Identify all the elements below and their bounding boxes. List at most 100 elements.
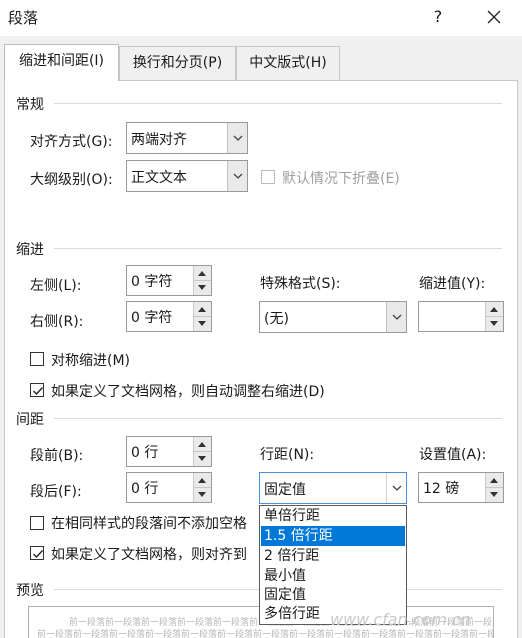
chevron-down-icon — [233, 173, 243, 179]
close-button[interactable] — [482, 4, 506, 30]
line-spacing-dropdown-button[interactable] — [386, 473, 406, 503]
spacing-after-increment[interactable] — [194, 473, 211, 488]
triangle-up-icon — [490, 477, 498, 483]
spacing-before-spin-buttons — [193, 437, 211, 466]
spacing-before-decrement[interactable] — [194, 451, 211, 466]
line-spacing-option-exactly[interactable]: 固定值 — [261, 585, 405, 605]
tab-line-page-breaks[interactable]: 换行和分页(P) — [119, 46, 236, 80]
triangle-down-icon — [490, 320, 498, 326]
group-spacing-divider — [54, 418, 502, 419]
spacing-at-increment[interactable] — [486, 473, 503, 488]
spacing-at-spinner[interactable]: 12 磅 — [418, 472, 504, 503]
triangle-down-icon — [198, 491, 206, 497]
indent-by-increment[interactable] — [486, 302, 503, 317]
special-indent-dropdown-button[interactable] — [386, 302, 406, 332]
line-spacing-select[interactable]: 固定值 — [259, 472, 407, 504]
right-indent-label: 右侧(R): — [30, 314, 84, 330]
auto-adjust-right-indent-checkbox[interactable] — [30, 383, 44, 397]
spacing-after-spinner[interactable]: 0 行 — [126, 472, 212, 503]
spacing-before-label: 段前(B): — [30, 448, 84, 464]
triangle-down-icon — [198, 284, 206, 290]
group-general-divider — [54, 103, 502, 104]
spacing-at-value: 12 磅 — [423, 481, 460, 497]
alignment-dropdown-button[interactable] — [227, 123, 247, 153]
line-spacing-option-single[interactable]: 单倍行距 — [261, 506, 405, 526]
indent-by-label: 缩进值(Y): — [419, 276, 486, 292]
triangle-up-icon — [198, 270, 206, 276]
right-indent-value: 0 字符 — [131, 310, 173, 326]
line-spacing-option-1-5[interactable]: 1.5 倍行距 — [261, 526, 405, 546]
left-indent-value: 0 字符 — [131, 274, 173, 290]
auto-adjust-right-indent-label: 如果定义了文档网格，则自动调整右缩进(D) — [51, 384, 325, 400]
chevron-down-icon — [233, 135, 243, 141]
outline-level-select[interactable]: 正文文本 — [126, 160, 248, 192]
left-indent-increment[interactable] — [194, 266, 211, 281]
help-button[interactable]: ? — [426, 4, 450, 30]
collapse-by-default-checkbox[interactable] — [261, 170, 275, 184]
right-indent-decrement[interactable] — [194, 316, 211, 331]
outline-level-value: 正文文本 — [131, 170, 187, 186]
triangle-up-icon — [198, 441, 206, 447]
triangle-up-icon — [490, 306, 498, 312]
spacing-at-label: 设置值(A): — [419, 447, 487, 463]
triangle-down-icon — [198, 320, 206, 326]
triangle-down-icon — [198, 455, 206, 461]
right-indent-increment[interactable] — [194, 302, 211, 317]
tab-indent-spacing[interactable]: 缩进和间距(I) — [4, 44, 119, 81]
line-spacing-dropdown-list: 单倍行距 1.5 倍行距 2 倍行距 最小值 固定值 多倍行距 — [259, 505, 407, 625]
checkmark-icon — [33, 550, 44, 559]
spacing-after-spin-buttons — [193, 473, 211, 502]
group-preview-title: 预览 — [16, 583, 44, 599]
special-indent-select[interactable]: (无) — [259, 301, 407, 333]
alignment-select[interactable]: 两端对齐 — [126, 122, 248, 154]
mirror-indents-label: 对称缩进(M) — [51, 353, 131, 369]
line-spacing-value: 固定值 — [264, 482, 306, 498]
collapse-by-default-label: 默认情况下折叠(E) — [282, 171, 400, 187]
group-general-title: 常规 — [16, 97, 44, 113]
indent-by-decrement[interactable] — [486, 316, 503, 331]
mirror-indents-checkbox[interactable] — [30, 352, 44, 366]
left-indent-decrement[interactable] — [194, 280, 211, 295]
chevron-down-icon — [392, 314, 402, 320]
spacing-before-increment[interactable] — [194, 437, 211, 452]
spacing-after-value: 0 行 — [131, 481, 159, 497]
tab-asian-typography[interactable]: 中文版式(H) — [236, 46, 340, 80]
snap-to-grid-checkbox[interactable] — [30, 546, 44, 560]
close-icon — [487, 10, 501, 24]
special-indent-label: 特殊格式(S): — [260, 276, 341, 292]
group-spacing-title: 间距 — [16, 412, 44, 428]
alignment-value: 两端对齐 — [131, 132, 187, 148]
triangle-up-icon — [198, 306, 206, 312]
no-space-same-style-checkbox[interactable] — [30, 516, 44, 530]
group-indent-divider — [54, 248, 502, 249]
spacing-after-decrement[interactable] — [194, 487, 211, 502]
spacing-after-label: 段后(F): — [30, 484, 82, 500]
checkmark-icon — [33, 387, 44, 396]
indent-by-spin-buttons — [485, 302, 503, 331]
right-indent-spin-buttons — [193, 302, 211, 331]
triangle-down-icon — [490, 491, 498, 497]
indent-by-spinner[interactable] — [418, 301, 504, 332]
snap-to-grid-label: 如果定义了文档网格，则对齐到 — [51, 547, 247, 563]
alignment-label: 对齐方式(G): — [30, 134, 113, 150]
spacing-at-spin-buttons — [485, 473, 503, 502]
line-spacing-option-at-least[interactable]: 最小值 — [261, 566, 405, 586]
watermark-text: www.cfan.com.cn — [330, 610, 471, 629]
left-indent-spin-buttons — [193, 266, 211, 295]
dialog-title: 段落 — [8, 9, 39, 27]
line-spacing-label: 行距(N): — [260, 447, 315, 463]
no-space-same-style-label: 在相同样式的段落间不添加空格 — [51, 516, 247, 532]
left-indent-spinner[interactable]: 0 字符 — [126, 265, 212, 296]
spacing-at-decrement[interactable] — [486, 487, 503, 502]
outline-level-label: 大纲级别(O): — [30, 172, 113, 188]
line-spacing-option-double[interactable]: 2 倍行距 — [261, 546, 405, 566]
spacing-before-spinner[interactable]: 0 行 — [126, 436, 212, 467]
group-indent-title: 缩进 — [16, 242, 44, 258]
left-indent-label: 左侧(L): — [30, 278, 82, 294]
chevron-down-icon — [392, 485, 402, 491]
right-indent-spinner[interactable]: 0 字符 — [126, 301, 212, 332]
triangle-up-icon — [198, 477, 206, 483]
outline-level-dropdown-button[interactable] — [227, 161, 247, 191]
spacing-before-value: 0 行 — [131, 445, 159, 461]
special-indent-value: (无) — [264, 311, 289, 327]
